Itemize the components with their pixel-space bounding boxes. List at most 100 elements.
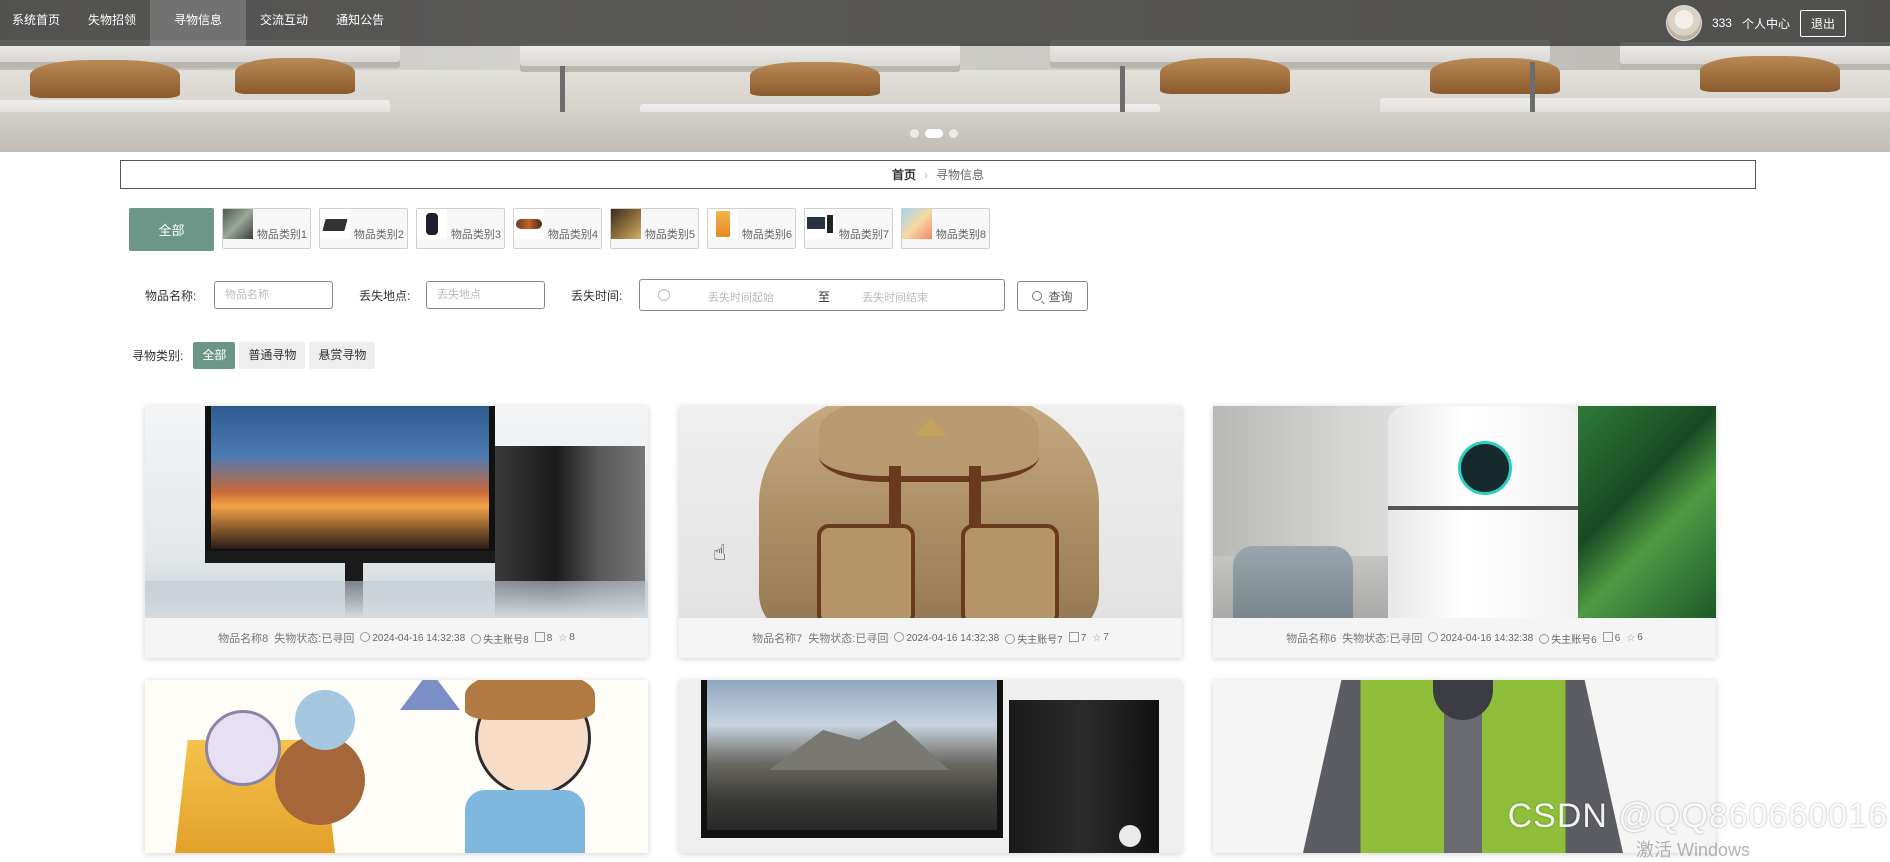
type-reward-button[interactable]: 悬赏寻物 [309, 341, 376, 369]
time-range-separator: 至 [818, 290, 831, 304]
seek-type-filter: 寻物类别: 全部 普通寻物 悬赏寻物 [132, 341, 376, 369]
category-label: 物品类别6 [741, 229, 792, 241]
category-item[interactable]: 物品类别6 [707, 208, 796, 249]
type-all-button[interactable]: 全部 [193, 341, 236, 369]
item-card[interactable]: 物品名称6 失物状态:已寻回 2024-04-16 14:32:38 失主账号6… [1213, 406, 1716, 658]
category-item[interactable]: 物品类别4 [513, 208, 602, 249]
clock-icon [360, 632, 371, 642]
user-icon [1005, 633, 1016, 644]
breadcrumb-current: 寻物信息 [936, 168, 985, 182]
item-name: 物品名称7 [752, 633, 803, 645]
time-range-picker[interactable]: 丢失时间起始 至 丢失时间结束 [639, 279, 1005, 311]
banner-chair [750, 62, 880, 96]
category-label: 物品类别5 [644, 229, 695, 241]
search-icon [1032, 291, 1043, 301]
carousel-dot[interactable] [910, 129, 919, 138]
place-input[interactable]: 丢失地点 [426, 281, 545, 309]
category-label: 物品类别7 [838, 229, 889, 241]
item-card[interactable]: 物品名称7 失物状态:已寻回 2024-04-16 14:32:38 失主账号7… [679, 406, 1182, 658]
category-item[interactable]: 物品类别5 [610, 208, 699, 249]
carousel-dot[interactable] [949, 129, 958, 138]
item-status: 失物状态:已寻回 [274, 633, 355, 645]
item-owner: 失主账号6 [1551, 634, 1597, 646]
star-icon[interactable]: ☆ [1092, 633, 1101, 644]
category-item[interactable]: 物品类别8 [901, 208, 990, 249]
user-icon [471, 633, 482, 644]
csdn-watermark: CSDN @QQ860660016 [1507, 797, 1888, 835]
type-normal-button[interactable]: 普通寻物 [239, 341, 306, 369]
category-all-button[interactable]: 全部 [129, 208, 214, 251]
category-item[interactable]: 物品类别3 [416, 208, 505, 249]
category-label: 物品类别4 [547, 229, 598, 241]
category-thumbnail [611, 209, 641, 239]
category-thumbnail [902, 209, 932, 239]
item-status: 失物状态:已寻回 [1342, 633, 1423, 645]
banner-chair [1430, 58, 1560, 94]
star-icon[interactable]: ☆ [1626, 633, 1635, 644]
category-item[interactable]: 物品类别1 [222, 208, 311, 249]
item-likes: 7 [1080, 633, 1087, 644]
search-button[interactable]: 查询 [1017, 281, 1088, 311]
banner-chair [1160, 58, 1290, 94]
item-meta: 物品名称7 失物状态:已寻回 2024-04-16 14:32:38 失主账号7… [679, 618, 1182, 658]
username: 333 [1711, 16, 1732, 30]
star-icon[interactable]: ☆ [558, 633, 567, 644]
category-label: 物品类别3 [450, 229, 501, 241]
item-image-monitor [145, 406, 648, 618]
time-end-input[interactable]: 丢失时间结束 [862, 289, 928, 305]
nav-lost-found[interactable]: 失物招领 [74, 0, 150, 46]
avatar[interactable] [1665, 5, 1702, 41]
windows-activation-overlay: 激活 Windows [1635, 840, 1750, 860]
item-card[interactable] [679, 680, 1182, 853]
item-time: 2024-04-16 14:32:38 [1440, 633, 1534, 644]
item-card[interactable] [145, 680, 648, 853]
item-time: 2024-04-16 14:32:38 [372, 633, 466, 644]
category-filter: 全部 物品类别1 物品类别2 物品类别3 物品类别4 物品类别5 物品类别6 物… [129, 208, 990, 251]
nav-forum[interactable]: 交流互动 [246, 0, 322, 46]
item-favs: 6 [1637, 632, 1643, 643]
nav-notice[interactable]: 通知公告 [322, 0, 398, 46]
search-button-label: 查询 [1048, 289, 1073, 304]
carousel-indicators [910, 129, 958, 138]
thumbs-up-icon[interactable] [1068, 632, 1079, 642]
name-input[interactable]: 物品名称 [214, 281, 333, 309]
carousel-dot-active[interactable] [925, 129, 943, 138]
search-filters: 物品名称: 物品名称 丢失地点: 丢失地点 丢失时间: 丢失时间起始 至 丢失时… [145, 279, 1445, 311]
thumbs-up-icon[interactable] [1602, 632, 1613, 642]
category-item[interactable]: 物品类别2 [319, 208, 408, 249]
banner-desk [520, 44, 960, 66]
category-thumbnail [320, 209, 350, 239]
item-likes: 6 [1614, 633, 1621, 644]
breadcrumb-separator: › [924, 167, 928, 182]
item-owner: 失主账号8 [483, 634, 529, 646]
logout-button[interactable]: 退出 [1799, 9, 1846, 37]
profile-link[interactable]: 个人中心 [1742, 15, 1790, 32]
clock-icon [1428, 632, 1439, 642]
item-meta: 物品名称6 失物状态:已寻回 2024-04-16 14:32:38 失主账号6… [1213, 618, 1716, 658]
breadcrumb: 首页 › 寻物信息 [120, 160, 1756, 189]
category-item[interactable]: 物品类别7 [804, 208, 893, 249]
item-card[interactable]: 物品名称8 失物状态:已寻回 2024-04-16 14:32:38 失主账号8… [145, 406, 648, 658]
nav-home[interactable]: 系统首页 [0, 0, 74, 46]
item-favs: 8 [569, 632, 575, 643]
time-label: 丢失时间: [571, 289, 623, 303]
category-label: 物品类别1 [256, 229, 307, 241]
category-thumbnail [417, 209, 447, 239]
item-owner: 失主账号7 [1017, 634, 1063, 646]
user-icon [1539, 633, 1550, 644]
breadcrumb-home[interactable]: 首页 [892, 166, 916, 183]
top-nav: 系统首页 失物招领 寻物信息 交流互动 通知公告 333 个人中心 退出 [0, 0, 1890, 46]
time-start-input[interactable]: 丢失时间起始 [708, 289, 774, 305]
place-label: 丢失地点: [359, 289, 411, 303]
user-area: 333 个人中心 退出 [1665, 0, 1846, 46]
item-time: 2024-04-16 14:32:38 [906, 633, 1000, 644]
thumbs-up-icon[interactable] [534, 632, 545, 642]
seek-type-label: 寻物类别: [132, 348, 184, 363]
item-name: 物品名称6 [1286, 633, 1337, 645]
banner-chair [1700, 56, 1840, 92]
category-thumbnail [223, 209, 253, 239]
banner-chair [30, 60, 180, 98]
nav-seek-info[interactable]: 寻物信息 [150, 0, 247, 46]
item-image-purifier [1213, 406, 1716, 618]
category-label: 物品类别2 [353, 229, 404, 241]
